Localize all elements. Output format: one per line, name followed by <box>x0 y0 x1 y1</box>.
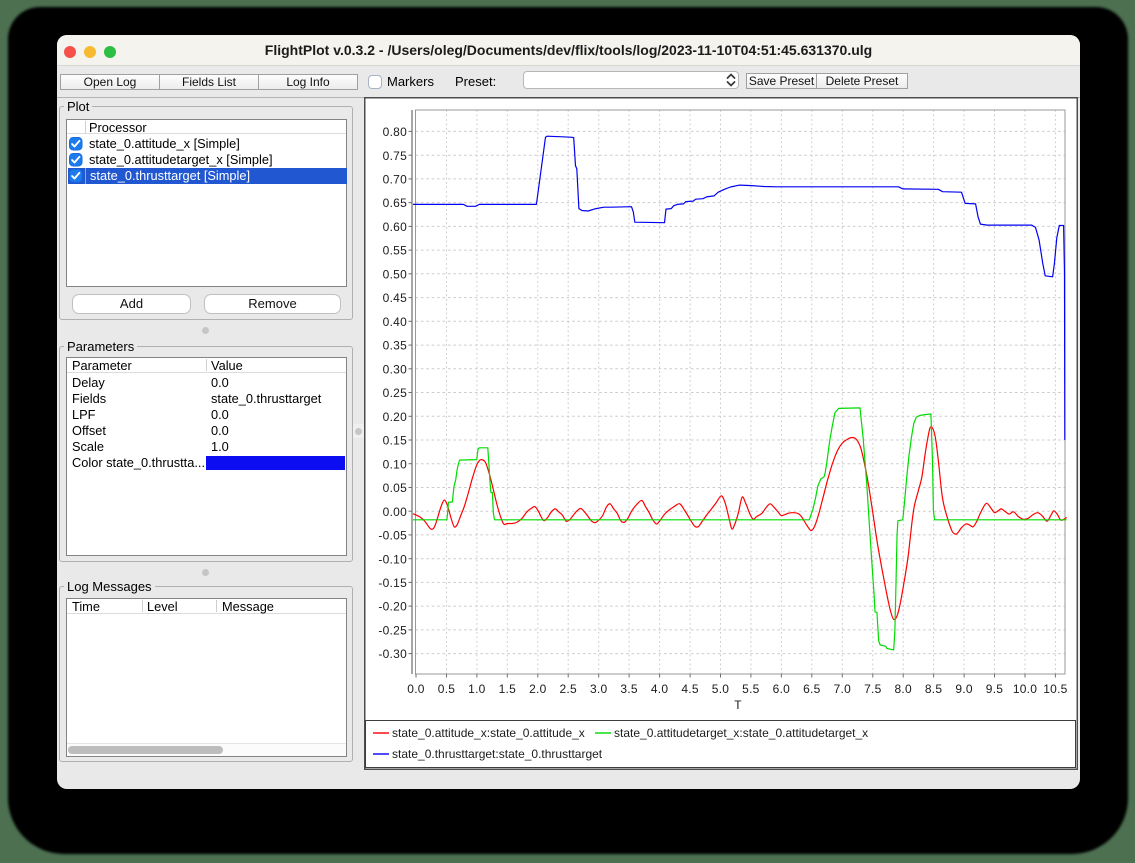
svg-text:0.65: 0.65 <box>383 196 407 210</box>
svg-text:-0.05: -0.05 <box>378 529 407 543</box>
svg-text:state_0.attitudetarget_x:state: state_0.attitudetarget_x:state_0.attitud… <box>614 726 868 740</box>
svg-text:4.0: 4.0 <box>651 682 669 696</box>
svg-text:0.05: 0.05 <box>383 481 407 495</box>
svg-text:T: T <box>734 698 742 712</box>
svg-text:-0.25: -0.25 <box>378 624 407 638</box>
svg-text:9.0: 9.0 <box>955 682 973 696</box>
svg-text:8.0: 8.0 <box>894 682 912 696</box>
svg-text:0.50: 0.50 <box>383 267 407 281</box>
svg-text:10.0: 10.0 <box>1013 682 1037 696</box>
svg-text:0.60: 0.60 <box>383 220 407 234</box>
svg-text:2.5: 2.5 <box>559 682 577 696</box>
svg-text:8.5: 8.5 <box>925 682 943 696</box>
svg-text:7.0: 7.0 <box>834 682 852 696</box>
svg-text:0.20: 0.20 <box>383 410 407 424</box>
svg-text:3.5: 3.5 <box>620 682 638 696</box>
svg-text:0.35: 0.35 <box>383 339 407 353</box>
svg-text:1.5: 1.5 <box>499 682 517 696</box>
svg-text:7.5: 7.5 <box>864 682 882 696</box>
svg-text:state_0.attitude_x:state_0.att: state_0.attitude_x:state_0.attitude_x <box>392 726 585 740</box>
svg-text:state_0.thrusttarget:state_0.t: state_0.thrusttarget:state_0.thrusttarge… <box>392 747 603 761</box>
svg-text:10.5: 10.5 <box>1043 682 1067 696</box>
svg-text:0.25: 0.25 <box>383 386 407 400</box>
svg-text:4.5: 4.5 <box>681 682 699 696</box>
svg-text:1.0: 1.0 <box>468 682 486 696</box>
svg-text:0.75: 0.75 <box>383 149 407 163</box>
svg-text:2.0: 2.0 <box>529 682 547 696</box>
svg-text:0.80: 0.80 <box>383 125 407 139</box>
svg-text:0.5: 0.5 <box>438 682 456 696</box>
svg-text:9.5: 9.5 <box>986 682 1004 696</box>
svg-text:3.0: 3.0 <box>590 682 608 696</box>
svg-text:0.70: 0.70 <box>383 173 407 187</box>
svg-text:-0.15: -0.15 <box>378 576 407 590</box>
svg-text:5.5: 5.5 <box>742 682 760 696</box>
svg-text:0.15: 0.15 <box>383 434 407 448</box>
svg-text:0.0: 0.0 <box>407 682 425 696</box>
svg-text:6.0: 6.0 <box>773 682 791 696</box>
svg-text:6.5: 6.5 <box>803 682 821 696</box>
svg-text:0.55: 0.55 <box>383 244 407 258</box>
svg-text:0.30: 0.30 <box>383 362 407 376</box>
svg-text:0.00: 0.00 <box>383 505 407 519</box>
svg-text:0.10: 0.10 <box>383 457 407 471</box>
svg-text:-0.10: -0.10 <box>378 552 407 566</box>
svg-text:0.45: 0.45 <box>383 291 407 305</box>
svg-text:-0.30: -0.30 <box>378 647 407 661</box>
svg-text:5.0: 5.0 <box>712 682 730 696</box>
svg-text:0.40: 0.40 <box>383 315 407 329</box>
svg-text:-0.20: -0.20 <box>378 600 407 614</box>
